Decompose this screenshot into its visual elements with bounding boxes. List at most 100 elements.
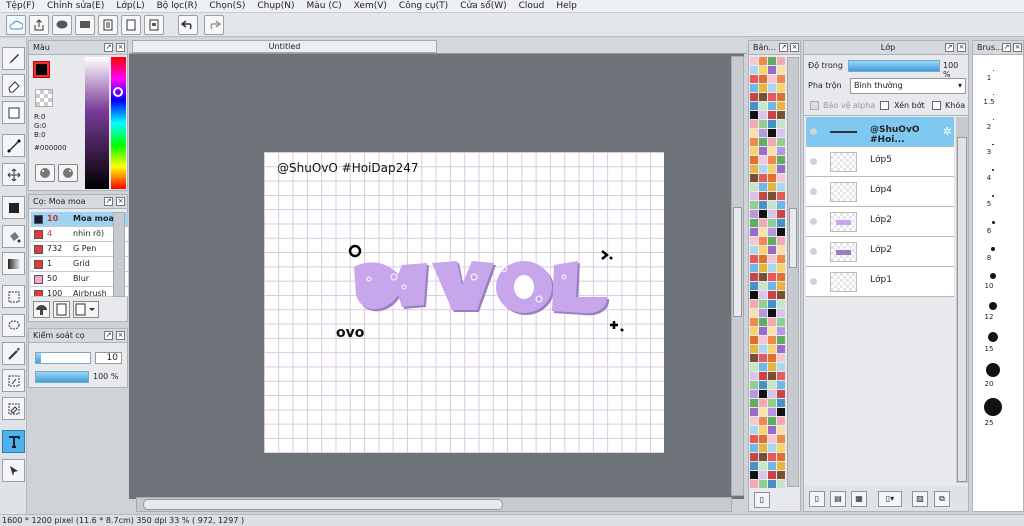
select-eraser-tool[interactable] <box>2 397 25 420</box>
close-icon[interactable]: × <box>957 43 966 52</box>
palette-swatch[interactable] <box>750 264 758 272</box>
palette-swatch[interactable] <box>750 480 758 488</box>
palette-swatch[interactable] <box>768 264 776 272</box>
palette-swatch[interactable] <box>759 201 767 209</box>
rectangle-select-tool[interactable] <box>2 101 25 124</box>
palette-swatch[interactable] <box>750 111 758 119</box>
palette-swatch[interactable] <box>768 480 776 488</box>
palette-swatch[interactable] <box>768 354 776 362</box>
brush-opacity-slider[interactable] <box>35 371 89 383</box>
palette-swatch[interactable] <box>777 390 785 398</box>
saturation-box[interactable] <box>85 57 109 189</box>
palette-swatch[interactable] <box>759 417 767 425</box>
brush-menu-button[interactable] <box>73 301 99 318</box>
palette-swatch[interactable] <box>768 201 776 209</box>
layer-row[interactable]: Lớp4 <box>806 177 954 207</box>
operation-tool[interactable] <box>2 459 25 482</box>
palette-swatch[interactable] <box>777 273 785 281</box>
comment-button[interactable] <box>75 15 95 35</box>
palette-swatch[interactable] <box>777 255 785 263</box>
new-layer-folder-button[interactable]: ▤ <box>830 491 846 507</box>
layer-row[interactable]: Lớp1 <box>806 267 954 297</box>
palette-swatch[interactable] <box>750 444 758 452</box>
palette-swatch[interactable] <box>768 228 776 236</box>
palette-swatch[interactable] <box>768 453 776 461</box>
brush-tool[interactable] <box>2 47 25 70</box>
palette-swatch[interactable] <box>750 138 758 146</box>
palette-swatch[interactable] <box>750 435 758 443</box>
palette-swatch[interactable] <box>777 264 785 272</box>
palette-swatch[interactable] <box>750 273 758 281</box>
merge-layer-button[interactable]: ▨ <box>912 491 928 507</box>
palette-swatch[interactable] <box>750 390 758 398</box>
palette-swatch[interactable] <box>759 363 767 371</box>
palette-swatch[interactable] <box>750 201 758 209</box>
chat-button[interactable] <box>52 15 72 35</box>
palette-swatch[interactable] <box>768 345 776 353</box>
layer-opacity-slider[interactable] <box>848 60 940 72</box>
palette-swatch[interactable] <box>777 363 785 371</box>
menu-color[interactable]: Màu (C) <box>301 0 348 13</box>
palette-swatch[interactable] <box>768 372 776 380</box>
palette-swatch[interactable] <box>750 246 758 254</box>
palette-swatch[interactable] <box>759 129 767 137</box>
brush-size-dot[interactable] <box>989 301 997 310</box>
canvas-vertical-scrollbar[interactable] <box>731 56 744 496</box>
layer-menu-button[interactable]: ▯▾ <box>878 491 902 507</box>
palette-swatch[interactable] <box>750 93 758 101</box>
palette-swatch[interactable] <box>750 174 758 182</box>
palette-swatch[interactable] <box>768 120 776 128</box>
palette-swatch[interactable] <box>759 228 767 236</box>
palette-swatch[interactable] <box>759 264 767 272</box>
page-button[interactable] <box>121 15 141 35</box>
brush-size-dot[interactable] <box>988 332 998 342</box>
close-icon[interactable]: × <box>790 43 799 52</box>
palette-swatch[interactable] <box>768 237 776 245</box>
palette-swatch[interactable] <box>750 228 758 236</box>
palette-swatch[interactable] <box>759 399 767 407</box>
palette-swatch[interactable] <box>750 84 758 92</box>
transparent-color[interactable] <box>35 89 53 107</box>
palette-swatch[interactable] <box>768 363 776 371</box>
palette-swatch[interactable] <box>768 156 776 164</box>
float-icon[interactable]: ↗ <box>104 331 113 340</box>
float-icon[interactable]: ↗ <box>104 43 113 52</box>
palette-swatch[interactable] <box>750 399 758 407</box>
palette-swatch[interactable] <box>759 426 767 434</box>
palette-swatch[interactable] <box>750 183 758 191</box>
palette-button[interactable] <box>35 164 55 182</box>
palette-swatch[interactable] <box>768 300 776 308</box>
palette-swatch[interactable] <box>750 408 758 416</box>
palette-swatch[interactable] <box>768 246 776 254</box>
gear-icon[interactable]: ✲ <box>943 125 952 138</box>
palette-swatch[interactable] <box>768 147 776 155</box>
palette-swatch[interactable] <box>750 462 758 470</box>
layer-row[interactable]: Lớp5 <box>806 147 954 177</box>
palette-swatch[interactable] <box>768 174 776 182</box>
palette-swatch[interactable] <box>777 444 785 452</box>
palette-swatch[interactable] <box>759 75 767 83</box>
undo-button[interactable] <box>178 15 198 35</box>
palette-swatch[interactable] <box>750 255 758 263</box>
palette-swatch[interactable] <box>759 174 767 182</box>
lock-checkbox[interactable] <box>932 101 941 110</box>
palette-swatch[interactable] <box>768 327 776 335</box>
document-button[interactable] <box>98 15 118 35</box>
fill-rect-tool[interactable] <box>2 196 25 219</box>
palette-swatch[interactable] <box>759 390 767 398</box>
eye-icon[interactable] <box>810 158 817 165</box>
eye-icon[interactable] <box>810 218 817 225</box>
palette-swatch[interactable] <box>777 165 785 173</box>
palette-swatch[interactable] <box>759 291 767 299</box>
brush-settings-button[interactable] <box>33 301 50 318</box>
layer-row[interactable]: Lớp2 <box>806 237 954 267</box>
palette-swatch[interactable] <box>768 192 776 200</box>
brush-scrollbar[interactable] <box>113 212 125 297</box>
palette-swatch[interactable] <box>750 381 758 389</box>
float-icon[interactable]: ↗ <box>945 43 954 52</box>
palette-swatch[interactable] <box>768 462 776 470</box>
palette-swatch[interactable] <box>777 462 785 470</box>
palette-swatch[interactable] <box>768 75 776 83</box>
palette-swatch[interactable] <box>777 318 785 326</box>
palette-swatch[interactable] <box>750 309 758 317</box>
